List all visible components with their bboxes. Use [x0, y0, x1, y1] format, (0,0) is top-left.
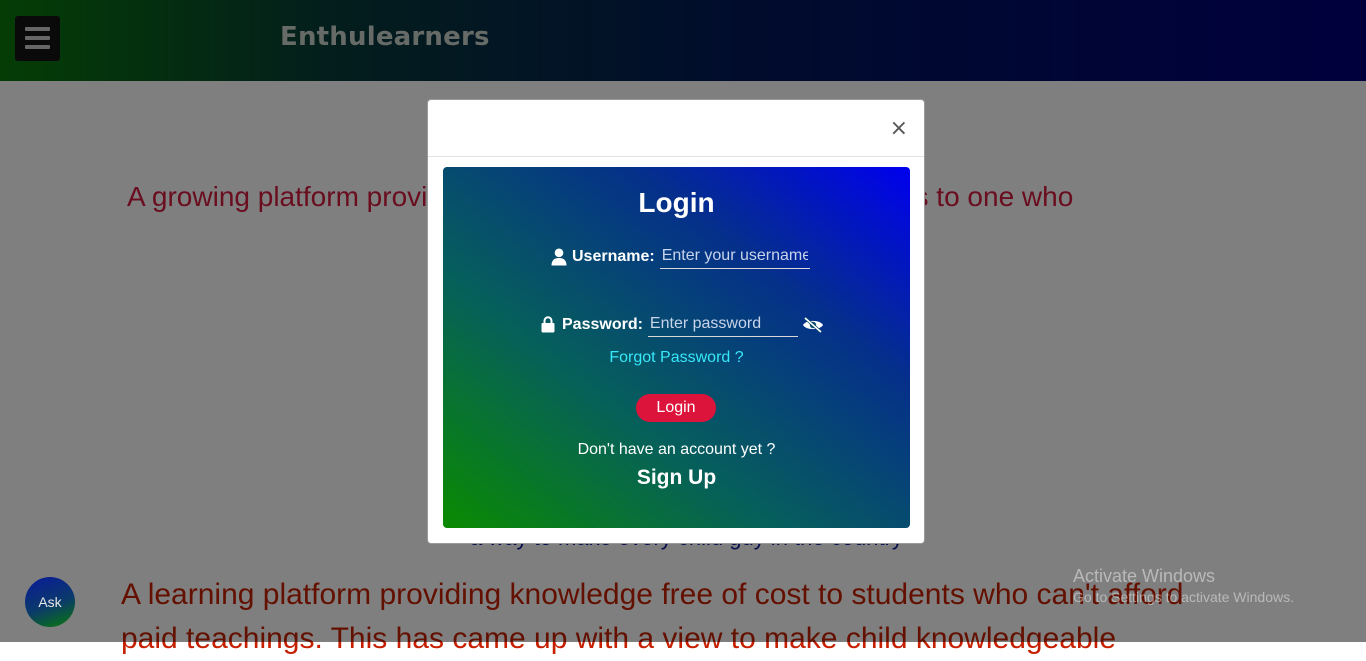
user-icon [551, 248, 567, 266]
windows-activation-watermark: Activate Windows Go to Settings to activ… [1073, 566, 1294, 605]
modal-header: × [428, 100, 924, 157]
password-input[interactable] [647, 313, 798, 337]
watermark-line2: Go to Settings to activate Windows. [1073, 589, 1294, 605]
login-title: Login [638, 187, 715, 218]
username-input[interactable] [659, 245, 810, 269]
forgot-password-link[interactable]: Forgot Password ? [443, 349, 910, 367]
username-row: Username: [551, 245, 810, 269]
ask-button[interactable]: Ask [25, 577, 75, 627]
no-account-text: Don't have an account yet ? [577, 441, 776, 458]
watermark-line1: Activate Windows [1073, 566, 1216, 586]
login-card: Login Username: Password: [443, 167, 910, 528]
signup-link[interactable]: Sign Up [443, 466, 910, 490]
eye-slash-icon[interactable] [802, 316, 824, 334]
lock-icon [541, 316, 557, 334]
close-icon[interactable]: × [890, 118, 908, 140]
password-label: Password: [562, 316, 643, 333]
login-modal: × Login Username: Password: [427, 99, 925, 544]
login-button[interactable]: Login [636, 394, 716, 422]
username-label: Username: [572, 248, 655, 265]
password-row: Password: [541, 313, 824, 337]
